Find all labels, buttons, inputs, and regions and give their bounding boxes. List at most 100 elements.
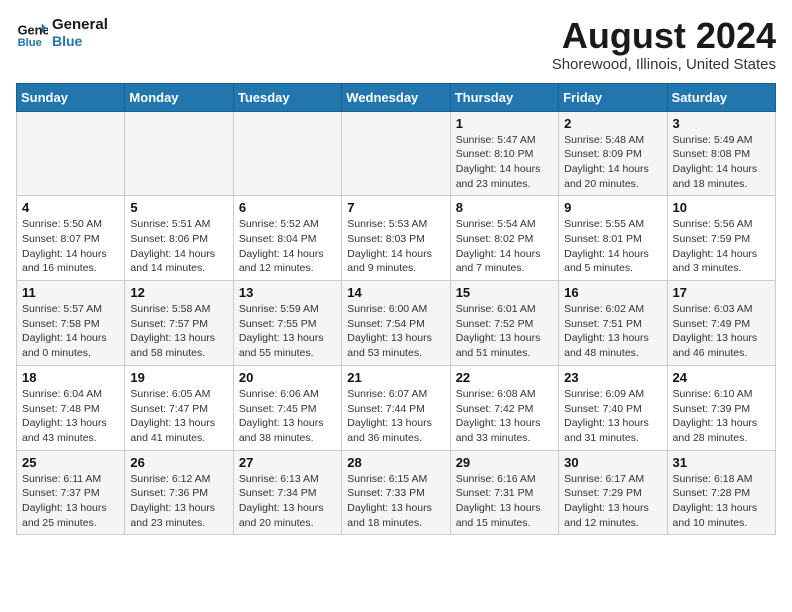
day-number: 28 (347, 455, 444, 470)
calendar-cell: 1Sunrise: 5:47 AMSunset: 8:10 PMDaylight… (450, 111, 558, 196)
day-info: Sunrise: 6:16 AMSunset: 7:31 PMDaylight:… (456, 472, 553, 531)
day-info: Sunrise: 6:02 AMSunset: 7:51 PMDaylight:… (564, 302, 661, 361)
calendar-cell: 10 Sunrise: 5:56 AMSunset: 7:59 PMDayligh… (667, 196, 775, 281)
calendar-cell: 2 Sunrise: 5:48 AMSunset: 8:09 PMDaylight… (559, 111, 667, 196)
calendar-cell: 9Sunrise: 5:55 AMSunset: 8:01 PMDaylight… (559, 196, 667, 281)
day-number: 18 (22, 370, 119, 385)
header: General Blue General Blue August 2024 Sh… (16, 16, 776, 73)
day-number: 30 (564, 455, 661, 470)
calendar-cell (233, 111, 341, 196)
calendar-cell: 15 Sunrise: 6:01 AMSunset: 7:52 PMDayligh… (450, 281, 558, 366)
day-number: 11 (22, 285, 119, 300)
day-info: Sunrise: 5:55 AMSunset: 8:01 PMDaylight:… (564, 217, 661, 276)
calendar-cell: 31 Sunrise: 6:18 AMSunset: 7:28 PMDayligh… (667, 450, 775, 535)
calendar-cell (125, 111, 233, 196)
calendar-subtitle: Shorewood, Illinois, United States (552, 56, 776, 73)
header-day-tuesday: Tuesday (233, 83, 341, 111)
calendar-cell: 4Sunrise: 5:50 AMSunset: 8:07 PMDaylight… (17, 196, 125, 281)
calendar-table: SundayMondayTuesdayWednesdayThursdayFrid… (16, 83, 776, 536)
day-number: 14 (347, 285, 444, 300)
svg-text:Blue: Blue (18, 36, 42, 48)
calendar-cell: 6Sunrise: 5:52 AMSunset: 8:04 PMDaylight… (233, 196, 341, 281)
day-info: Sunrise: 5:59 AMSunset: 7:55 PMDaylight:… (239, 302, 336, 361)
calendar-cell: 3Sunrise: 5:49 AMSunset: 8:08 PMDaylight… (667, 111, 775, 196)
day-info: Sunrise: 6:00 AMSunset: 7:54 PMDaylight:… (347, 302, 444, 361)
day-number: 4 (22, 200, 119, 215)
day-info: Sunrise: 5:48 AMSunset: 8:09 PMDaylight:… (564, 133, 661, 192)
calendar-cell: 27 Sunrise: 6:13 AMSunset: 7:34 PMDayligh… (233, 450, 341, 535)
calendar-cell (17, 111, 125, 196)
header-day-wednesday: Wednesday (342, 83, 450, 111)
calendar-cell: 12 Sunrise: 5:58 AMSunset: 7:57 PMDayligh… (125, 281, 233, 366)
day-number: 5 (130, 200, 227, 215)
day-number: 7 (347, 200, 444, 215)
day-info: Sunrise: 6:07 AMSunset: 7:44 PMDaylight:… (347, 387, 444, 446)
calendar-cell: 30 Sunrise: 6:17 AMSunset: 7:29 PMDayligh… (559, 450, 667, 535)
calendar-cell (342, 111, 450, 196)
day-info: Sunrise: 5:53 AMSunset: 8:03 PMDaylight:… (347, 217, 444, 276)
day-number: 25 (22, 455, 119, 470)
day-info: Sunrise: 5:57 AMSunset: 7:58 PMDaylight:… (22, 302, 119, 361)
calendar-cell: 5 Sunrise: 5:51 AMSunset: 8:06 PMDaylight… (125, 196, 233, 281)
day-number: 2 (564, 116, 661, 131)
day-number: 12 (130, 285, 227, 300)
day-info: Sunrise: 6:13 AMSunset: 7:34 PMDaylight:… (239, 472, 336, 531)
day-number: 10 (673, 200, 770, 215)
day-info: Sunrise: 5:58 AMSunset: 7:57 PMDaylight:… (130, 302, 227, 361)
calendar-cell: 18Sunrise: 6:04 AMSunset: 7:48 PMDayligh… (17, 365, 125, 450)
day-info: Sunrise: 6:15 AMSunset: 7:33 PMDaylight:… (347, 472, 444, 531)
header-day-sunday: Sunday (17, 83, 125, 111)
day-number: 13 (239, 285, 336, 300)
logo-line2: Blue (52, 33, 108, 49)
calendar-cell: 25 Sunrise: 6:11 AMSunset: 7:37 PMDayligh… (17, 450, 125, 535)
day-number: 15 (456, 285, 553, 300)
header-day-monday: Monday (125, 83, 233, 111)
day-number: 23 (564, 370, 661, 385)
header-day-thursday: Thursday (450, 83, 558, 111)
day-info: Sunrise: 6:05 AMSunset: 7:47 PMDaylight:… (130, 387, 227, 446)
calendar-header: SundayMondayTuesdayWednesdayThursdayFrid… (17, 83, 776, 111)
day-number: 26 (130, 455, 227, 470)
day-number: 27 (239, 455, 336, 470)
calendar-cell: 17Sunrise: 6:03 AMSunset: 7:49 PMDayligh… (667, 281, 775, 366)
day-info: Sunrise: 6:11 AMSunset: 7:37 PMDaylight:… (22, 472, 119, 531)
week-row-2: 4Sunrise: 5:50 AMSunset: 8:07 PMDaylight… (17, 196, 776, 281)
day-info: Sunrise: 6:18 AMSunset: 7:28 PMDaylight:… (673, 472, 770, 531)
day-info: Sunrise: 5:49 AMSunset: 8:08 PMDaylight:… (673, 133, 770, 192)
calendar-cell: 8Sunrise: 5:54 AMSunset: 8:02 PMDaylight… (450, 196, 558, 281)
title-section: August 2024 Shorewood, Illinois, United … (552, 16, 776, 73)
day-number: 19 (130, 370, 227, 385)
day-info: Sunrise: 6:10 AMSunset: 7:39 PMDaylight:… (673, 387, 770, 446)
header-day-friday: Friday (559, 83, 667, 111)
day-info: Sunrise: 6:17 AMSunset: 7:29 PMDaylight:… (564, 472, 661, 531)
day-info: Sunrise: 6:01 AMSunset: 7:52 PMDaylight:… (456, 302, 553, 361)
day-info: Sunrise: 5:56 AMSunset: 7:59 PMDaylight:… (673, 217, 770, 276)
logo: General Blue General Blue (16, 16, 108, 49)
calendar-cell: 28 Sunrise: 6:15 AMSunset: 7:33 PMDayligh… (342, 450, 450, 535)
week-row-4: 18Sunrise: 6:04 AMSunset: 7:48 PMDayligh… (17, 365, 776, 450)
week-row-1: 1Sunrise: 5:47 AMSunset: 8:10 PMDaylight… (17, 111, 776, 196)
calendar-cell: 26 Sunrise: 6:12 AMSunset: 7:36 PMDayligh… (125, 450, 233, 535)
day-number: 16 (564, 285, 661, 300)
calendar-cell: 7 Sunrise: 5:53 AMSunset: 8:03 PMDaylight… (342, 196, 450, 281)
calendar-cell: 29Sunrise: 6:16 AMSunset: 7:31 PMDayligh… (450, 450, 558, 535)
calendar-cell: 24Sunrise: 6:10 AMSunset: 7:39 PMDayligh… (667, 365, 775, 450)
calendar-cell: 11 Sunrise: 5:57 AMSunset: 7:58 PMDayligh… (17, 281, 125, 366)
calendar-body: 1Sunrise: 5:47 AMSunset: 8:10 PMDaylight… (17, 111, 776, 535)
day-info: Sunrise: 6:03 AMSunset: 7:49 PMDaylight:… (673, 302, 770, 361)
day-info: Sunrise: 5:54 AMSunset: 8:02 PMDaylight:… (456, 217, 553, 276)
header-day-saturday: Saturday (667, 83, 775, 111)
calendar-cell: 16 Sunrise: 6:02 AMSunset: 7:51 PMDayligh… (559, 281, 667, 366)
day-info: Sunrise: 6:08 AMSunset: 7:42 PMDaylight:… (456, 387, 553, 446)
calendar-cell: 19 Sunrise: 6:05 AMSunset: 7:47 PMDayligh… (125, 365, 233, 450)
header-row: SundayMondayTuesdayWednesdayThursdayFrid… (17, 83, 776, 111)
day-number: 21 (347, 370, 444, 385)
calendar-title: August 2024 (552, 16, 776, 56)
day-info: Sunrise: 5:51 AMSunset: 8:06 PMDaylight:… (130, 217, 227, 276)
day-info: Sunrise: 5:52 AMSunset: 8:04 PMDaylight:… (239, 217, 336, 276)
calendar-cell: 20Sunrise: 6:06 AMSunset: 7:45 PMDayligh… (233, 365, 341, 450)
day-info: Sunrise: 6:12 AMSunset: 7:36 PMDaylight:… (130, 472, 227, 531)
day-number: 1 (456, 116, 553, 131)
day-info: Sunrise: 6:09 AMSunset: 7:40 PMDaylight:… (564, 387, 661, 446)
day-number: 31 (673, 455, 770, 470)
